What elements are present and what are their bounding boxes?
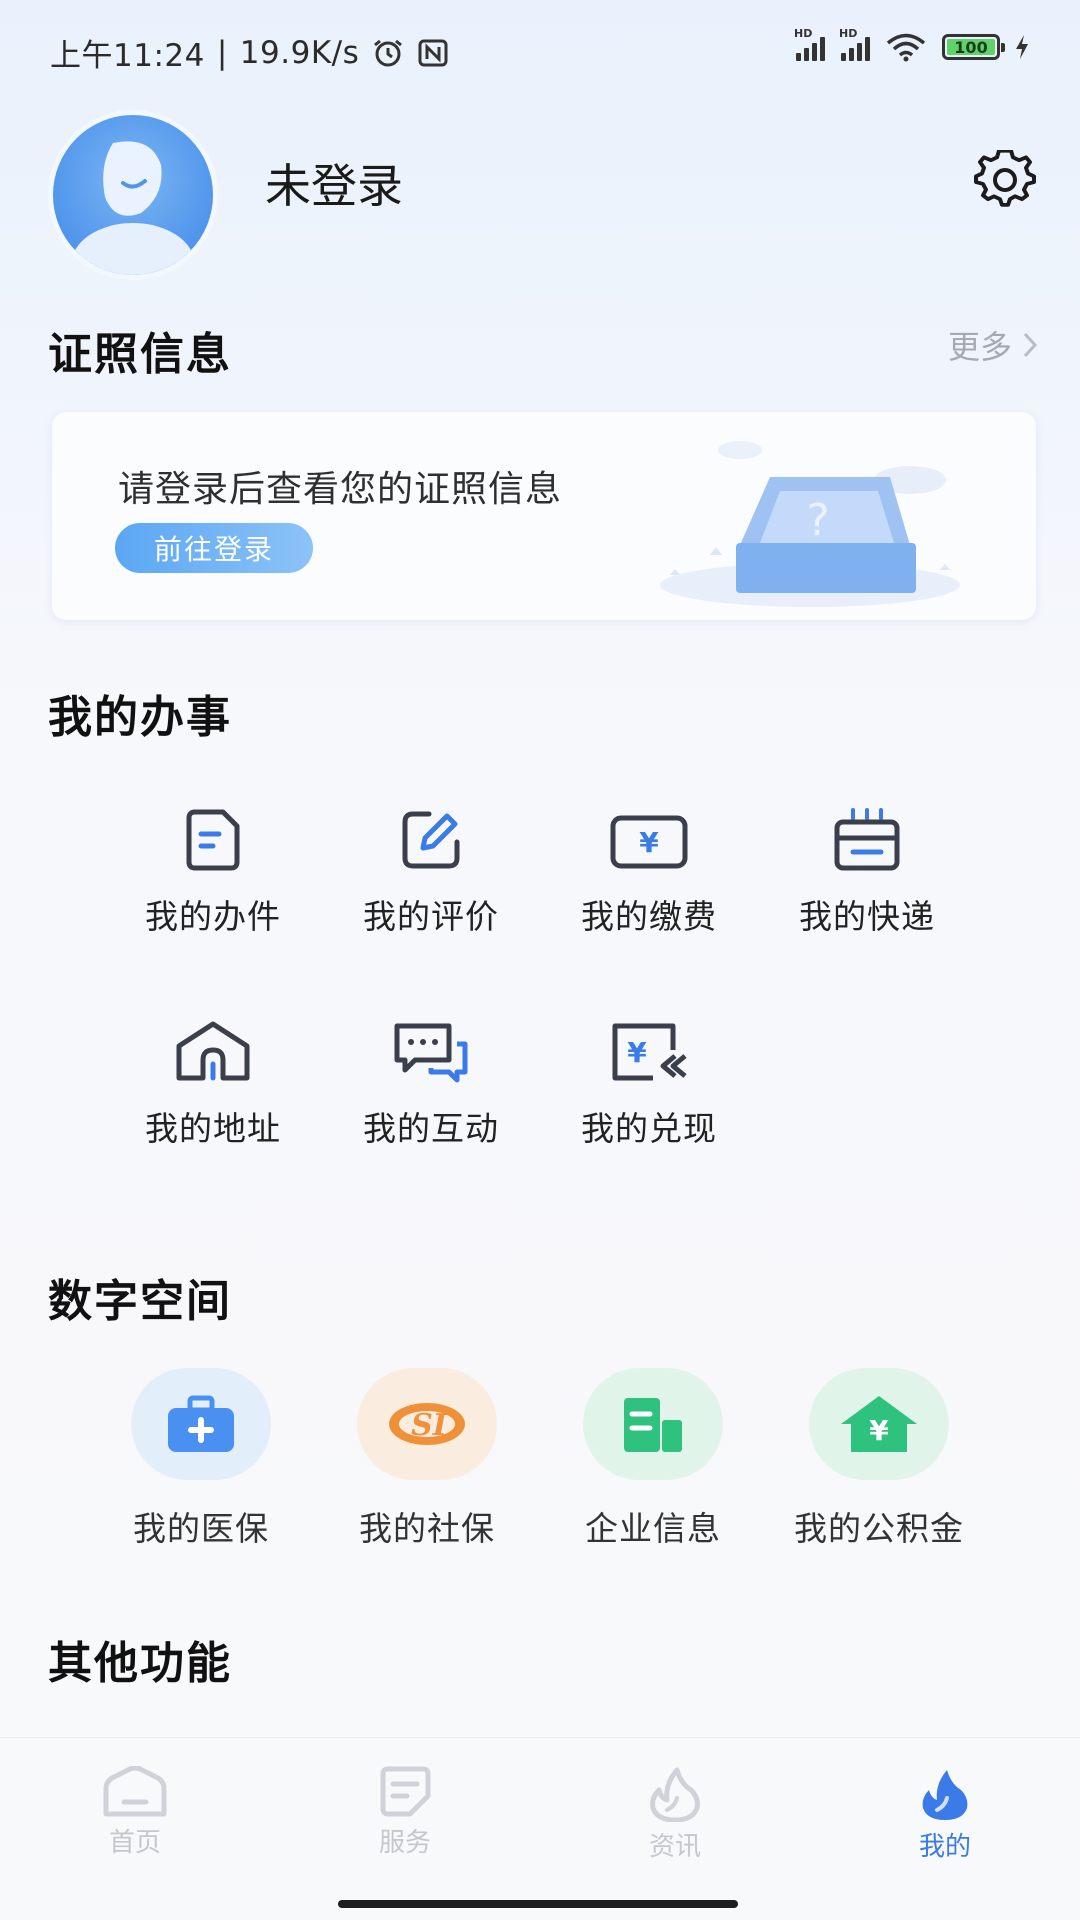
- hd-label: HD: [839, 27, 858, 40]
- my-housing-fund-label: 我的公积金: [794, 1509, 964, 1548]
- nav-service-label: 服务: [378, 1828, 431, 1858]
- empty-box-illustration-icon: ?: [660, 441, 960, 607]
- signal-strength-1-icon: HD: [794, 27, 825, 61]
- edit-icon: [402, 811, 460, 869]
- nav-home-tab[interactable]: 首页: [0, 1738, 270, 1886]
- hd-label: HD: [794, 27, 813, 40]
- my-redeem-item[interactable]: ¥ 我的兑现: [549, 1020, 749, 1150]
- my-medical-insurance-label: 我的医保: [133, 1509, 269, 1548]
- my-social-security-item[interactable]: SI 我的社保: [317, 1368, 537, 1550]
- charging-icon: [1016, 35, 1028, 59]
- my-cases-item[interactable]: 我的办件: [113, 808, 313, 938]
- medical-icon-bg: [131, 1368, 271, 1480]
- my-express-item[interactable]: 我的快递: [767, 808, 967, 938]
- more-link[interactable]: 更多: [948, 322, 1038, 368]
- my-social-security-label: 我的社保: [359, 1509, 495, 1548]
- flame-filled-icon: [922, 1770, 968, 1820]
- housing-fund-icon: ¥: [841, 1396, 917, 1452]
- network-speed: 19.9K/s: [239, 34, 360, 71]
- my-redeem-label: 我的兑现: [581, 1109, 717, 1148]
- social-security-icon: SI: [389, 1403, 465, 1445]
- svg-text:¥: ¥: [627, 1036, 647, 1069]
- bottom-navigation: 首页 服务 资讯 我的: [0, 1737, 1080, 1886]
- building-icon: [624, 1398, 682, 1452]
- my-interaction-item[interactable]: 我的互动: [331, 1020, 531, 1150]
- nfc-icon: [418, 39, 448, 66]
- svg-text:?: ?: [806, 495, 829, 546]
- my-reviews-item[interactable]: 我的评价: [331, 808, 531, 938]
- express-box-icon: [834, 808, 900, 871]
- signal-strength-2-icon: HD: [839, 27, 870, 61]
- go-login-button[interactable]: 前往登录: [115, 523, 313, 573]
- digital-space-section-title: 数字空间: [48, 1276, 232, 1327]
- my-payments-label: 我的缴费: [581, 897, 717, 936]
- nav-news-label: 资讯: [648, 1832, 701, 1862]
- settings-gear-icon[interactable]: [970, 150, 1040, 210]
- chat-icon: [394, 1023, 468, 1083]
- status-bar-left: 上午11:24 | 19.9K/s: [50, 30, 449, 75]
- user-placeholder-icon: [71, 141, 195, 275]
- svg-text:¥: ¥: [639, 826, 659, 859]
- payment-icon: ¥: [610, 815, 688, 869]
- flame-icon: [650, 1767, 700, 1822]
- nav-home-label: 首页: [108, 1828, 161, 1858]
- more-label: 更多: [947, 328, 1012, 366]
- service-icon: [380, 1766, 431, 1817]
- alarm-icon: [374, 39, 403, 66]
- nav-mine-label: 我的: [918, 1832, 971, 1862]
- certificate-section-title: 证照信息: [48, 329, 232, 380]
- enterprise-info-label: 企业信息: [585, 1509, 721, 1548]
- battery-icon: 100: [942, 34, 1005, 60]
- status-time: 上午11:24: [50, 38, 205, 74]
- my-payments-item[interactable]: ¥ 我的缴费: [549, 808, 749, 938]
- svg-text:SI: SI: [411, 1408, 448, 1443]
- my-address-item[interactable]: 我的地址: [113, 1020, 313, 1150]
- my-reviews-label: 我的评价: [363, 897, 499, 936]
- enterprise-info-item[interactable]: 企业信息: [543, 1368, 763, 1550]
- enterprise-icon-bg: [583, 1368, 723, 1480]
- my-interaction-label: 我的互动: [363, 1109, 499, 1148]
- wifi-icon: [886, 33, 926, 62]
- document-icon: [186, 809, 240, 871]
- svg-text:¥: ¥: [869, 1414, 889, 1447]
- medical-kit-icon: [168, 1395, 234, 1452]
- my-housing-fund-item[interactable]: ¥ 我的公积金: [769, 1368, 989, 1550]
- home-icon: [103, 1766, 167, 1817]
- my-address-label: 我的地址: [145, 1109, 281, 1148]
- housing-fund-icon-bg: ¥: [809, 1368, 949, 1480]
- other-functions-section-title: 其他功能: [48, 1638, 232, 1689]
- gesture-home-bar[interactable]: [338, 1900, 738, 1908]
- certificate-login-prompt: 请登录后查看您的证照信息: [118, 469, 563, 510]
- avatar[interactable]: [48, 110, 218, 280]
- my-cases-label: 我的办件: [145, 897, 281, 936]
- status-bar-right: HD HD 100: [794, 27, 1030, 62]
- social-icon-bg: SI: [357, 1368, 497, 1480]
- username[interactable]: 未登录: [265, 150, 403, 216]
- nav-service-tab[interactable]: 服务: [270, 1738, 540, 1886]
- chevron-right-icon: [1023, 332, 1038, 358]
- my-affairs-section-title: 我的办事: [48, 692, 232, 743]
- nav-news-tab[interactable]: 资讯: [540, 1738, 810, 1886]
- cash-redeem-icon: ¥: [612, 1023, 687, 1081]
- battery-level: 100: [954, 37, 988, 57]
- my-medical-insurance-item[interactable]: 我的医保: [91, 1368, 311, 1550]
- home-address-icon: [176, 1021, 250, 1081]
- status-separator: |: [216, 34, 228, 71]
- my-express-label: 我的快递: [799, 897, 935, 936]
- nav-mine-tab[interactable]: 我的: [810, 1738, 1080, 1886]
